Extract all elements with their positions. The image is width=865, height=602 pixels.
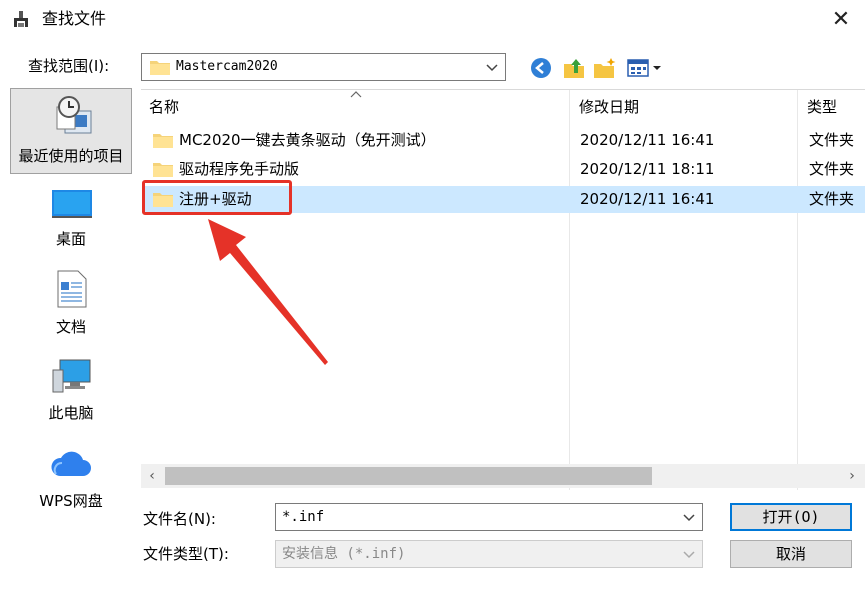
view-menu-icon: [627, 59, 661, 77]
file-date: 2020/12/11 16:41: [580, 190, 715, 208]
place-label: 文档: [55, 318, 86, 336]
title-bar: 查找文件 ✕: [0, 0, 865, 40]
place-this-pc[interactable]: 此电脑: [10, 356, 132, 426]
annotation-arrow: [208, 219, 328, 365]
up-folder-button[interactable]: [561, 55, 587, 81]
wps-cloud-icon: [51, 451, 91, 476]
file-name-value: *.inf: [282, 509, 325, 525]
file-row[interactable]: MC2020一键去黄条驱动（免开测试） 2020/12/11 16:41 文件夹: [143, 127, 865, 154]
open-button[interactable]: 打开(O): [730, 503, 852, 531]
up-folder-icon: [564, 59, 584, 78]
file-name-label: 文件名(N):: [143, 510, 216, 528]
chevron-down-icon[interactable]: [682, 547, 696, 561]
close-icon: ✕: [831, 6, 851, 32]
file-name: 驱动程序免手动版: [179, 160, 300, 178]
folder-icon: [153, 134, 173, 148]
back-button[interactable]: [528, 55, 554, 81]
file-type: 文件夹: [809, 190, 855, 208]
this-pc-icon: [52, 359, 91, 393]
window-title: 查找文件: [42, 9, 107, 28]
cancel-button[interactable]: 取消: [730, 540, 852, 568]
place-recent-items[interactable]: 最近使用的项目: [10, 88, 132, 174]
new-folder-button[interactable]: [592, 55, 618, 81]
horizontal-scrollbar[interactable]: ‹ ›: [141, 464, 865, 488]
chevron-down-icon: [486, 64, 498, 72]
place-wps-cloud[interactable]: WPS网盘: [10, 444, 132, 514]
new-folder-icon: [594, 58, 616, 78]
file-date: 2020/12/11 16:41: [580, 131, 715, 149]
recent-items-icon: [56, 96, 92, 134]
column-header-date[interactable]: 修改日期: [579, 90, 639, 124]
file-type-select[interactable]: 安装信息 (*.inf): [275, 540, 703, 568]
scroll-right-icon[interactable]: ›: [843, 466, 861, 486]
place-label: WPS网盘: [39, 492, 103, 510]
place-documents[interactable]: 文档: [10, 268, 132, 342]
folder-icon: [150, 61, 170, 75]
column-header-name[interactable]: 名称: [149, 90, 179, 124]
desktop-icon: [52, 190, 92, 218]
scroll-left-icon[interactable]: ‹: [143, 466, 161, 486]
file-row[interactable]: 驱动程序免手动版 2020/12/11 18:11 文件夹: [143, 156, 865, 183]
view-menu-button[interactable]: [626, 55, 664, 81]
find-file-app-icon: [14, 11, 28, 27]
folder-icon: [153, 163, 173, 177]
documents-icon: [57, 270, 87, 308]
place-label: 桌面: [55, 230, 86, 248]
places-bar: 最近使用的项目 桌面 文档 此电脑 WPS网盘: [8, 86, 134, 516]
look-in-value: Mastercam2020: [176, 59, 278, 74]
place-label: 最近使用的项目: [18, 147, 124, 165]
sort-ascending-icon: [350, 91, 362, 98]
chevron-down-icon[interactable]: [682, 510, 696, 524]
scrollbar-thumb[interactable]: [165, 467, 652, 485]
file-date: 2020/12/11 18:11: [580, 160, 715, 178]
file-type: 文件夹: [809, 131, 855, 149]
close-button[interactable]: ✕: [822, 4, 860, 34]
back-icon: [531, 58, 551, 78]
look-in-combo[interactable]: Mastercam2020: [141, 53, 506, 81]
file-type-label: 文件类型(T):: [143, 545, 229, 563]
annotation-highlight-box: [142, 180, 292, 215]
place-label: 此电脑: [48, 404, 94, 422]
file-type-value: 安装信息 (*.inf): [282, 546, 406, 562]
file-name: MC2020一键去黄条驱动（免开测试）: [179, 131, 436, 149]
file-name-input[interactable]: *.inf: [275, 503, 703, 531]
place-desktop[interactable]: 桌面: [10, 184, 132, 254]
look-in-label: 查找范围(I):: [28, 57, 110, 75]
column-header-type[interactable]: 类型: [807, 90, 837, 124]
file-type: 文件夹: [809, 160, 855, 178]
